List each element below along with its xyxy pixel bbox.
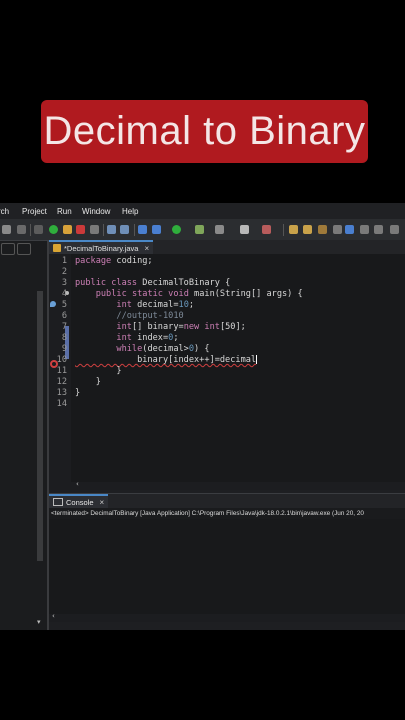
line-number: 13 [56,388,67,398]
scroll-left-icon[interactable]: ‹ [76,480,79,488]
debug-icon[interactable] [152,225,161,234]
code-line: while(decimal>0) { [116,344,210,354]
toolbar [0,219,405,241]
save-all-icon[interactable] [17,225,26,234]
code-line: //output-1010 [116,311,184,321]
toolbar-separator [283,224,284,236]
code-line: int[] binary=new int[50]; [116,322,246,332]
console-output[interactable] [49,519,405,614]
tab-console[interactable]: Console × [49,494,109,508]
code-line: } [75,377,101,387]
line-number: 3 [61,278,67,288]
console-status-line: <terminated> DecimalToBinary [Java Appli… [49,508,405,519]
editor-tab-bar: *DecimalToBinary.java × [49,240,405,254]
toolbar-separator [30,224,31,236]
coverage-icon[interactable] [195,225,204,234]
menu-window[interactable]: Window [82,207,110,216]
ide-window: rch Project Run Window Help [0,203,405,630]
scroll-down-icon[interactable]: ▾ [37,618,41,626]
pause-icon[interactable] [63,225,72,234]
menu-run[interactable]: Run [57,207,72,216]
line-number: 2 [61,267,67,277]
code-line: binary[index++]=decimal [75,355,258,365]
line-number: 8 [61,333,67,343]
code-line: int decimal=10; [116,300,195,310]
java-file-icon [53,244,61,252]
console-tab-bar: Console × [49,493,405,508]
line-number: 12 [56,377,67,387]
code-line: } [75,388,81,398]
step-into-icon[interactable] [107,225,116,234]
toolbar-separator [103,224,104,236]
minimize-icon[interactable] [1,243,15,255]
external-tools-icon[interactable] [215,225,224,234]
terminate-icon[interactable] [76,225,85,234]
text-cursor [256,355,258,364]
menu-search[interactable]: rch [0,207,9,216]
close-icon[interactable]: × [144,244,149,253]
line-number: 7 [61,322,67,332]
line-number: 11 [56,366,67,376]
menu-project[interactable]: Project [22,207,47,216]
new-java-icon[interactable] [138,225,147,234]
save-icon[interactable] [2,225,11,234]
line-number: 10 [56,355,67,365]
debug-resume-icon[interactable] [49,225,58,234]
code-line: package coding; [75,256,153,266]
close-icon[interactable]: × [100,498,105,507]
editor-horizontal-scrollbar[interactable]: ‹ [49,480,405,490]
annotation-icon[interactable] [333,225,342,234]
step-over-icon[interactable] [120,225,129,234]
next-annotation-icon[interactable] [345,225,354,234]
tab-label: *DecimalToBinary.java [64,243,139,253]
new-class-icon[interactable] [262,225,271,234]
open-type-icon[interactable] [289,225,298,234]
line-number: 14 [56,399,67,409]
title-banner: Decimal to Binary [41,100,368,163]
scroll-left-icon[interactable]: ‹ [52,612,55,620]
left-side-panel: ▾ [0,241,47,630]
run-icon[interactable] [172,225,181,234]
skip-breakpoints-icon[interactable] [34,225,43,234]
last-edit-icon[interactable] [360,225,369,234]
console-icon [53,498,63,506]
tab-decimal-to-binary[interactable]: *DecimalToBinary.java × [49,240,154,254]
console-tab-label: Console [66,497,94,507]
line-number: 4 [61,289,67,299]
code-editor[interactable]: 1 2 3 4 5 6 7 8 9 10 11 12 13 14 package… [49,254,405,482]
line-number: 9 [61,344,67,354]
back-icon[interactable] [374,225,383,234]
menu-help[interactable]: Help [122,207,138,216]
search-icon[interactable] [318,225,327,234]
toolbar-separator [134,224,135,236]
disconnect-icon[interactable] [90,225,99,234]
open-task-icon[interactable] [303,225,312,234]
line-number: 6 [61,311,67,321]
menu-bar: rch Project Run Window Help [0,203,405,219]
code-line: } [75,366,122,376]
maximize-icon[interactable] [17,243,31,255]
new-package-icon[interactable] [240,225,249,234]
console-horizontal-scrollbar[interactable]: ‹ [49,612,405,622]
banner-title: Decimal to Binary [43,109,366,153]
code-line: int index=0; [116,333,179,343]
line-number: 5 [61,300,67,310]
code-line: public static void main(String[] args) { [95,289,303,299]
side-scrollbar[interactable] [37,291,43,561]
forward-icon[interactable] [390,225,399,234]
code-line: public class DecimalToBinary { [75,278,231,288]
line-number: 1 [61,256,67,266]
